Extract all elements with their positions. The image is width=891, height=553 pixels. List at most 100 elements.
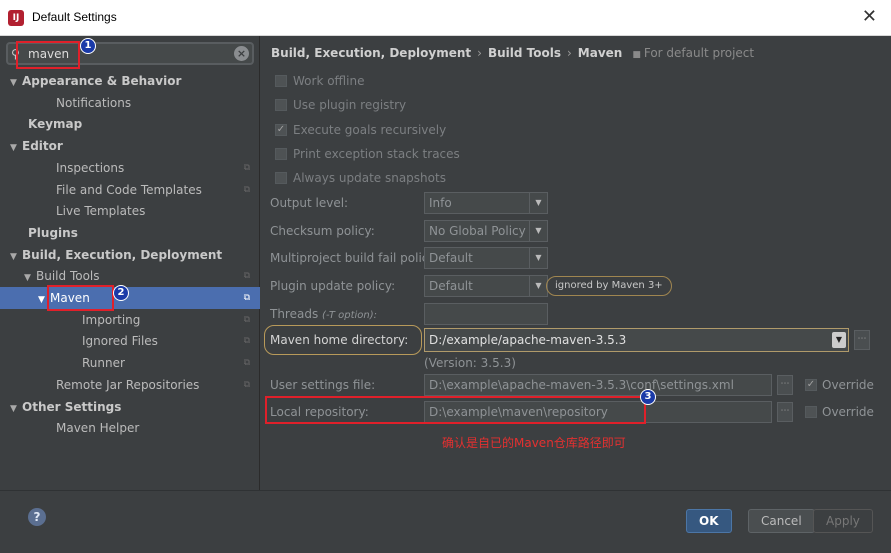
local-repo-override-checkbox[interactable]: Override <box>805 403 874 421</box>
tree-item-importing[interactable]: Importing ⧉ <box>0 309 260 331</box>
dropdown-arrow-icon: ▼ <box>529 248 547 268</box>
annotation-badge-2: 2 <box>113 285 129 301</box>
annotation-badge-1: 1 <box>80 38 96 54</box>
breadcrumb-maven: Maven <box>577 46 623 60</box>
tree-item-maven-helper[interactable]: Maven Helper <box>0 417 260 439</box>
dropdown-arrow-icon: ▼ <box>529 221 547 241</box>
use-plugin-registry-checkbox[interactable]: Use plugin registry <box>275 96 406 114</box>
tree-item-notifications[interactable]: Notifications <box>0 92 260 114</box>
tree-item-label: Other Settings <box>22 399 122 414</box>
maven-settings-panel: Build, Execution, Deployment › Build Tools… <box>261 36 891 490</box>
checkmark-icon: ✓ <box>805 378 817 391</box>
project-copy-icon: ⧉ <box>243 314 250 325</box>
project-scope-icon: ■ <box>632 50 641 60</box>
tree-item-label: Ignored Files <box>82 334 158 349</box>
dropdown-arrow-icon: ▼ <box>832 332 846 348</box>
user-settings-file-label: User settings file: <box>270 378 376 392</box>
tree-item-label: Appearance & Behavior <box>22 74 182 88</box>
tree-item-label: Keymap <box>28 117 83 132</box>
tree-item-editor[interactable]: ▼ Editor <box>0 135 260 157</box>
ignored-by-maven3-note: ignored by Maven 3+ <box>546 276 672 296</box>
help-icon[interactable]: ? <box>28 508 46 526</box>
project-copy-icon: ⧉ <box>243 184 250 195</box>
tree-item-keymap[interactable]: Keymap <box>0 113 260 135</box>
tree-item-label: File and Code Templates <box>56 182 202 197</box>
expand-arrow-icon: ▼ <box>10 403 17 414</box>
expand-arrow-icon: ▼ <box>10 143 17 154</box>
execute-goals-recursively-checkbox[interactable]: ✓ Execute goals recursively <box>275 121 446 139</box>
local-repo-annotation-box <box>265 396 646 424</box>
maven-version-label: (Version: 3.5.3) <box>424 356 516 370</box>
browse-local-repo-button[interactable]: ⋯ <box>777 402 793 422</box>
ok-button[interactable]: OK <box>686 509 732 533</box>
tree-item-label: Live Templates <box>56 204 146 219</box>
clear-search-icon[interactable]: × <box>234 46 249 61</box>
tree-item-other-settings[interactable]: ▼ Other Settings <box>0 396 260 418</box>
tree-item-plugins[interactable]: Plugins <box>0 222 260 244</box>
breadcrumb-build-tools: Build Tools <box>487 46 561 60</box>
annotation-badge-3: 3 <box>640 389 656 405</box>
close-icon[interactable]: ✕ <box>862 6 877 28</box>
scope-label: For default project <box>643 46 755 60</box>
checkbox-icon <box>805 405 817 418</box>
project-copy-icon: ⧉ <box>243 162 250 173</box>
expand-arrow-icon: ▼ <box>24 273 31 284</box>
tree-item-label: Runner <box>82 356 125 371</box>
checkmark-icon: ✓ <box>275 123 287 136</box>
multiproject-fail-policy-select[interactable]: Default ▼ <box>424 247 548 269</box>
dialog-footer: ? OK Cancel Apply <box>0 490 891 553</box>
project-copy-icon: ⧉ <box>243 271 250 282</box>
search-annotation-box <box>16 41 80 69</box>
multiproject-fail-policy-label: Multiproject build fail policy: <box>270 251 439 265</box>
plugin-update-policy-select[interactable]: Default ▼ <box>424 275 548 297</box>
plugin-update-policy-label: Plugin update policy: <box>270 279 396 293</box>
breadcrumb-build: Build, Execution, Deployment <box>271 46 472 60</box>
apply-button[interactable]: Apply <box>813 509 873 533</box>
threads-input[interactable] <box>424 303 548 325</box>
tree-item-label: Notifications <box>56 95 132 110</box>
breadcrumb: Build, Execution, Deployment › Build Tools… <box>271 46 755 60</box>
tree-item-file-and-code-templates[interactable]: File and Code Templates ⧉ <box>0 179 260 201</box>
output-level-label: Output level: <box>270 196 349 210</box>
title-bar: IJ Default Settings ✕ <box>0 0 891 36</box>
tree-item-label: Maven Helper <box>56 421 140 436</box>
tree-item-build-tools[interactable]: ▼ Build Tools ⧉ <box>0 265 260 287</box>
project-copy-icon: ⧉ <box>243 379 250 390</box>
tree-item-build-execution-deployment[interactable]: ▼ Build, Execution, Deployment <box>0 244 260 266</box>
dropdown-arrow-icon: ▼ <box>529 276 547 296</box>
threads-label: Threads (-T option): <box>270 307 378 321</box>
maven-home-directory-select[interactable]: D:/example/apache-maven-3.5.3 ▼ <box>424 328 849 352</box>
project-copy-icon: ⧉ <box>243 336 250 347</box>
tree-item-inspections[interactable]: Inspections ⧉ <box>0 157 260 179</box>
settings-sidebar: ⚲ maven × ▼ Appearance & Behavior Notifica… <box>0 36 260 490</box>
always-update-snapshots-checkbox[interactable]: Always update snapshots <box>275 169 446 187</box>
checkbox-icon <box>275 147 287 160</box>
checkbox-icon <box>275 171 287 184</box>
tree-item-remote-jar-repositories[interactable]: Remote Jar Repositories ⧉ <box>0 374 260 396</box>
checksum-policy-select[interactable]: No Global Policy ▼ <box>424 220 548 242</box>
user-settings-override-checkbox[interactable]: ✓ Override <box>805 376 874 394</box>
output-level-select[interactable]: Info ▼ <box>424 192 548 214</box>
tree-item-ignored-files[interactable]: Ignored Files ⧉ <box>0 330 260 352</box>
window-title: Default Settings <box>32 10 117 24</box>
work-offline-checkbox[interactable]: Work offline <box>275 72 364 90</box>
tree-item-appearance-behavior[interactable]: ▼ Appearance & Behavior <box>0 70 260 92</box>
expand-arrow-icon: ▼ <box>10 78 17 88</box>
maven-annotation-box <box>47 285 114 311</box>
user-settings-file-input[interactable]: D:\example\apache-maven-3.5.3\conf\setti… <box>424 374 772 396</box>
browse-maven-home-button[interactable]: ⋯ <box>854 330 870 350</box>
tree-item-label: Importing <box>82 312 141 327</box>
checkbox-icon <box>275 98 287 111</box>
checkbox-icon <box>275 74 287 87</box>
intellij-app-icon: IJ <box>8 10 24 26</box>
cancel-button[interactable]: Cancel <box>748 509 815 533</box>
tree-item-runner[interactable]: Runner ⧉ <box>0 352 260 374</box>
tree-item-label: Build, Execution, Deployment <box>22 247 223 262</box>
tree-item-label: Editor <box>22 139 63 154</box>
tree-item-label: Remote Jar Repositories <box>56 377 200 392</box>
tree-item-maven[interactable]: ▼ Maven ⧉ <box>0 287 260 309</box>
tree-item-label: Build Tools <box>36 269 100 284</box>
print-stack-traces-checkbox[interactable]: Print exception stack traces <box>275 145 460 163</box>
tree-item-live-templates[interactable]: Live Templates <box>0 200 260 222</box>
browse-user-settings-button[interactable]: ⋯ <box>777 375 793 395</box>
